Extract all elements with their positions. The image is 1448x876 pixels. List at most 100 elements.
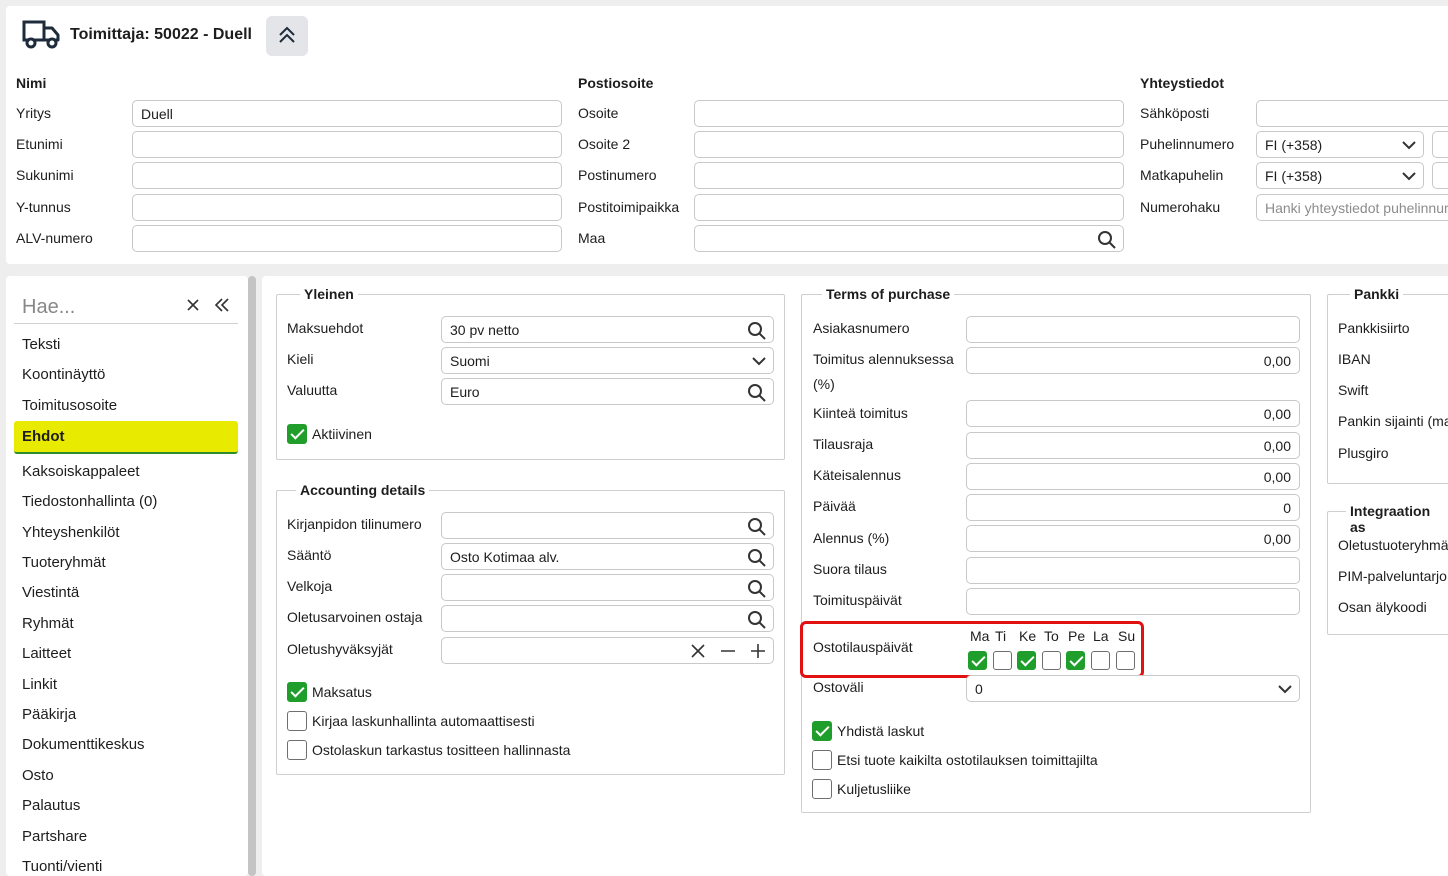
business-id-input[interactable]: [132, 194, 562, 221]
nav-item-3[interactable]: Ehdot: [22, 428, 65, 445]
swift-label: Swift: [1338, 382, 1369, 398]
postal-code-input[interactable]: [694, 162, 1124, 189]
nav-item-12[interactable]: Pääkirja: [22, 706, 76, 723]
clear-icon[interactable]: [690, 643, 706, 662]
nav-item-9[interactable]: Ryhmät: [22, 615, 74, 632]
account-number-input[interactable]: [441, 512, 774, 539]
nav-item-17[interactable]: Tuonti/vienti: [22, 858, 102, 875]
customer-number-input[interactable]: [966, 316, 1300, 343]
country-input[interactable]: [694, 225, 1124, 252]
active-checkbox[interactable]: [287, 424, 307, 444]
nav-item-10[interactable]: Laitteet: [22, 645, 71, 662]
carrier-label: Kuljetusliike: [837, 781, 911, 797]
language-value: Suomi: [450, 352, 490, 369]
order-interval-select[interactable]: 0: [966, 675, 1300, 702]
cash-discount-input[interactable]: 0,00: [966, 463, 1300, 490]
integration-group-title: Integraation as: [1346, 503, 1448, 535]
auto-invoice-management-checkbox[interactable]: [287, 711, 307, 731]
nav-item-2[interactable]: Toimitusosoite: [22, 397, 117, 414]
fixed-delivery-input[interactable]: 0,00: [966, 400, 1300, 427]
nav-item-13[interactable]: Dokumenttikeskus: [22, 736, 145, 753]
language-select[interactable]: Suomi: [441, 347, 774, 374]
days-value: 0: [1283, 499, 1291, 516]
postal-code-label: Postinumero: [578, 167, 657, 183]
delivery-discount-input[interactable]: 0,00: [966, 347, 1300, 374]
currency-input[interactable]: Euro: [441, 378, 774, 405]
discount-percent-value: 0,00: [1263, 530, 1291, 547]
bank-group-title: Pankki: [1350, 286, 1404, 302]
number-lookup-input[interactable]: Hanki yhteystiedot puhelinnur: [1256, 194, 1448, 221]
phone-number-input[interactable]: [1432, 131, 1448, 158]
default-buyer-input[interactable]: [441, 605, 774, 632]
minus-icon[interactable]: [720, 643, 736, 662]
search-icon[interactable]: [747, 610, 767, 631]
mobile-label: Matkapuhelin: [1140, 167, 1224, 183]
email-label: Sähköposti: [1140, 105, 1210, 121]
rule-label: Sääntö: [287, 547, 332, 563]
iban-label: IBAN: [1338, 351, 1371, 367]
phone-country-select[interactable]: FI (+358): [1256, 131, 1424, 158]
payment-terms-input[interactable]: 30 pv netto: [441, 316, 774, 343]
order-interval-value: 0: [975, 680, 983, 697]
first-name-input[interactable]: [132, 131, 562, 158]
direct-order-input[interactable]: [966, 557, 1300, 584]
order-interval-label: Ostoväli: [813, 679, 864, 695]
pim-provider-label: PIM-palveluntarjo: [1338, 568, 1447, 584]
vat-number-input[interactable]: [132, 225, 562, 252]
order-limit-input[interactable]: 0,00: [966, 432, 1300, 459]
nav-item-4[interactable]: Kaksoiskappaleet: [22, 463, 140, 480]
nav-item-1[interactable]: Koontinäyttö: [22, 366, 105, 383]
cash-discount-label: Käteisalennus: [813, 467, 901, 483]
nav-item-6[interactable]: Yhteyshenkilöt: [22, 524, 120, 541]
address2-input[interactable]: [694, 131, 1124, 158]
payment-checkbox[interactable]: [287, 682, 307, 702]
rule-input[interactable]: Osto Kotimaa alv.: [441, 543, 774, 570]
last-name-input[interactable]: [132, 162, 562, 189]
delivery-days-input[interactable]: [966, 588, 1300, 615]
search-icon[interactable]: [1097, 230, 1117, 251]
business-id-label: Y-tunnus: [16, 199, 71, 215]
nav-item-8[interactable]: Viestintä: [22, 584, 79, 601]
nav-item-0[interactable]: Teksti: [22, 336, 60, 353]
nav-item-5[interactable]: Tiedostonhallinta (0): [22, 493, 157, 510]
search-icon[interactable]: [747, 548, 767, 569]
plus-icon[interactable]: [750, 643, 766, 662]
chevron-down-icon: [1401, 168, 1417, 187]
nav-item-14[interactable]: Osto: [22, 767, 54, 784]
delivery-discount-value: 0,00: [1263, 352, 1291, 369]
combine-invoices-checkbox[interactable]: [812, 721, 832, 741]
default-approvers-input[interactable]: [441, 637, 774, 664]
close-icon[interactable]: [186, 298, 200, 315]
last-name-label: Sukunimi: [16, 167, 74, 183]
carrier-checkbox[interactable]: [812, 779, 832, 799]
nav-search-underline: [14, 323, 238, 324]
search-icon[interactable]: [747, 579, 767, 600]
mobile-country-select[interactable]: FI (+358): [1256, 162, 1424, 189]
discount-percent-input[interactable]: 0,00: [966, 525, 1300, 552]
city-input[interactable]: [694, 194, 1124, 221]
search-icon[interactable]: [747, 321, 767, 342]
delivery-discount-label: Toimitus alennuksessa: [813, 351, 954, 367]
collapse-header-button[interactable]: [266, 16, 308, 56]
company-input[interactable]: Duell: [132, 100, 562, 127]
nav-item-7[interactable]: Tuoteryhmät: [22, 554, 106, 571]
creditor-label: Velkoja: [287, 578, 333, 594]
days-input[interactable]: 0: [966, 494, 1300, 521]
invoice-review-label: Ostolaskun tarkastus tositteen hallinnas…: [312, 742, 571, 758]
mobile-number-input[interactable]: [1432, 162, 1448, 189]
nav-scrollbar[interactable]: [248, 276, 256, 876]
search-icon[interactable]: [747, 383, 767, 404]
order-limit-value: 0,00: [1263, 437, 1291, 454]
nav-item-16[interactable]: Partshare: [22, 828, 87, 845]
search-all-suppliers-checkbox[interactable]: [812, 750, 832, 770]
address-input[interactable]: [694, 100, 1124, 127]
vat-number-label: ALV-numero: [16, 230, 93, 246]
email-input[interactable]: [1256, 100, 1448, 127]
search-icon[interactable]: [747, 517, 767, 538]
invoice-review-checkbox[interactable]: [287, 740, 307, 760]
nav-search-input[interactable]: Hae...: [22, 296, 75, 319]
nav-item-11[interactable]: Linkit: [22, 676, 57, 693]
nav-item-15[interactable]: Palautus: [22, 797, 80, 814]
collapse-nav-icon[interactable]: [214, 298, 230, 315]
creditor-input[interactable]: [441, 574, 774, 601]
